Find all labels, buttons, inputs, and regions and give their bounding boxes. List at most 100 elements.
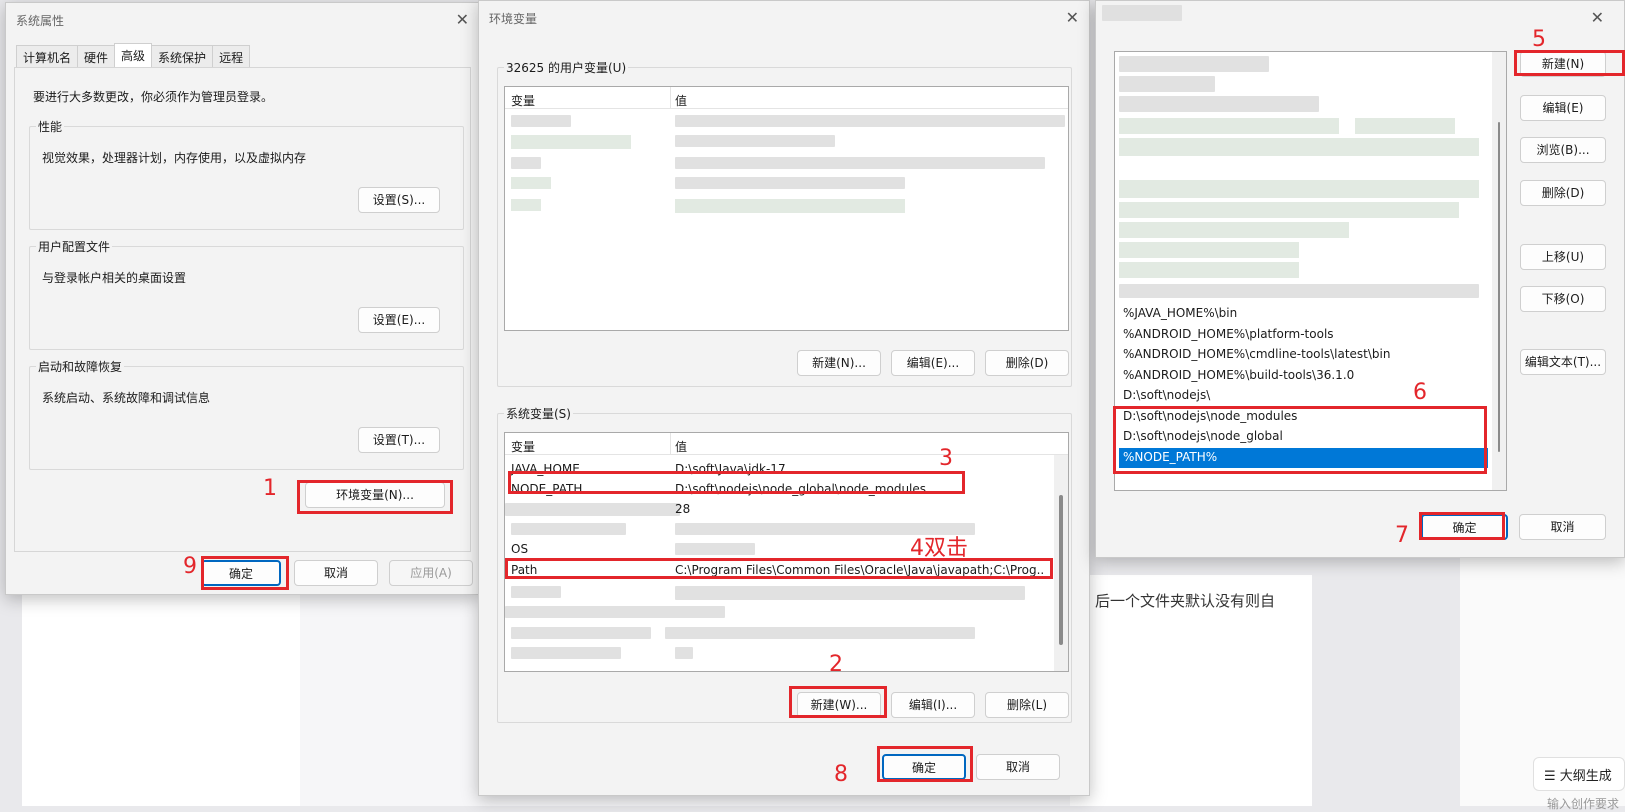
browse-button[interactable]: 浏览(B)... [1520, 137, 1606, 163]
profile-settings-button[interactable]: 设置(E)... [358, 307, 440, 333]
path-entry[interactable]: D:\soft\nodejs\node_global [1119, 427, 1488, 447]
tab-advanced[interactable]: 高级 [114, 43, 153, 70]
path-entries-list[interactable]: %JAVA_HOME%\bin %ANDROID_HOME%\platform-… [1114, 51, 1507, 491]
new-button[interactable]: 新建(N) [1520, 51, 1606, 77]
redacted [511, 157, 541, 169]
col-variable: 变量 [511, 94, 536, 108]
column-divider [670, 433, 671, 455]
apply-button[interactable]: 应用(A) [389, 560, 473, 586]
redacted [675, 586, 1025, 600]
edit-button[interactable]: 编辑(E) [1520, 95, 1606, 121]
system-edit-button[interactable]: 编辑(I)... [891, 692, 975, 718]
startup-settings-button[interactable]: 设置(T)... [358, 427, 440, 453]
outline-input[interactable]: 输入创作要求 [1533, 795, 1625, 811]
col-variable: 变量 [511, 440, 536, 454]
move-down-button[interactable]: 下移(O) [1520, 286, 1606, 312]
window-title: 环境变量 [489, 12, 538, 26]
path-entry[interactable]: %ANDROID_HOME%\build-tools\36.1.0 [1119, 366, 1488, 386]
system-properties-window: 系统属性 ✕ 计算机名 硬件 高级 系统保护 远程 要进行大多数更改，你必须作为管理员登录… [5, 2, 480, 595]
user-variables-group: 32625 的用户变量(U) 变量 值 新建(N)... 编辑(E)... 删除… [497, 59, 1072, 387]
group-label: 启动和故障恢复 [36, 358, 125, 375]
list-scrollbar[interactable] [1492, 52, 1506, 490]
redacted [511, 647, 621, 659]
user-edit-button[interactable]: 编辑(E)... [891, 350, 975, 376]
redacted [1355, 118, 1455, 134]
cancel-button[interactable]: 取消 [294, 560, 378, 586]
var-name: Path [511, 563, 538, 577]
var-name: NODE_PATH [511, 482, 583, 496]
redacted [1119, 202, 1459, 218]
annotation-number: 8 [834, 762, 848, 787]
move-up-button[interactable]: 上移(U) [1520, 244, 1606, 270]
annotation-number: 6 [1413, 380, 1427, 405]
redacted [675, 157, 1045, 169]
path-entry[interactable]: %ANDROID_HOME%\platform-tools [1119, 325, 1488, 345]
table-row[interactable]: OS [505, 539, 1050, 559]
var-value: C:\Program Files\Common Files\Oracle\Jav… [675, 563, 1045, 577]
table-row[interactable]: Path C:\Program Files\Common Files\Oracl… [505, 560, 1050, 580]
path-entry[interactable]: D:\soft\nodejs\node_modules [1119, 407, 1488, 427]
close-icon[interactable]: ✕ [456, 10, 469, 29]
scroll-thumb[interactable] [1059, 495, 1063, 645]
ok-button[interactable]: 确定 [1421, 514, 1508, 540]
system-delete-button[interactable]: 删除(L) [985, 692, 1069, 718]
table-row[interactable]: 28 [505, 499, 1050, 519]
perf-settings-button[interactable]: 设置(S)... [358, 187, 440, 213]
table-row[interactable] [505, 519, 1050, 539]
cancel-button[interactable]: 取消 [976, 754, 1060, 780]
profile-group: 用户配置文件 与登录帐户相关的桌面设置 设置(E)... [29, 238, 464, 350]
ok-button[interactable]: 确定 [201, 560, 281, 586]
group-desc: 与登录帐户相关的桌面设置 [42, 271, 187, 285]
var-value: D:\soft\Java\jdk-17 [675, 462, 786, 476]
cancel-button[interactable]: 取消 [1519, 514, 1606, 540]
titlebar: 环境变量 ✕ [479, 1, 1089, 33]
group-desc: 视觉效果，处理器计划，内存使用，以及虚拟内存 [42, 151, 307, 165]
path-entry[interactable]: %ANDROID_HOME%\cmdline-tools\latest\bin [1119, 345, 1488, 365]
list-icon: ☰ [1544, 769, 1560, 784]
path-entry[interactable]: %JAVA_HOME%\bin [1119, 304, 1488, 324]
user-delete-button[interactable]: 删除(D) [985, 350, 1069, 376]
user-new-button[interactable]: 新建(N)... [797, 350, 881, 376]
list-header: 变量 值 [505, 87, 1068, 109]
outline-generate-button[interactable]: ☰ 大纲生成 [1533, 757, 1625, 791]
var-name: OS [511, 542, 529, 556]
table-row[interactable]: NODE_PATH D:\soft\nodejs\node_global\nod… [505, 479, 1050, 499]
system-variables-list[interactable]: 变量 值 JAVA_HOME D:\soft\Java\jdk-17 NODE_… [504, 432, 1069, 672]
performance-group: 性能 视觉效果，处理器计划，内存使用，以及虚拟内存 设置(S)... [29, 118, 464, 230]
edit-text-button[interactable]: 编辑文本(T)... [1520, 349, 1606, 375]
path-entry-selected[interactable]: %NODE_PATH% [1119, 448, 1488, 468]
var-name: JAVA_HOME [511, 462, 580, 476]
redacted [1119, 138, 1479, 156]
user-variables-list[interactable]: 变量 值 [504, 86, 1069, 331]
list-scrollbar[interactable] [1054, 455, 1068, 671]
redacted [675, 177, 905, 189]
redacted [675, 543, 755, 555]
tab-system-protection[interactable]: 系统保护 [151, 45, 214, 69]
redacted [511, 586, 561, 598]
tab-hardware[interactable]: 硬件 [77, 45, 116, 69]
system-new-button[interactable]: 新建(W)... [797, 692, 881, 718]
col-value: 值 [675, 440, 688, 454]
tab-remote[interactable]: 远程 [212, 45, 251, 69]
close-icon[interactable]: ✕ [1591, 8, 1604, 27]
group-label: 性能 [36, 118, 65, 135]
close-icon[interactable]: ✕ [1066, 8, 1079, 27]
scroll-thumb[interactable] [1498, 122, 1500, 452]
redacted [675, 647, 693, 659]
table-row[interactable]: JAVA_HOME D:\soft\Java\jdk-17 [505, 459, 1050, 479]
redacted [511, 627, 651, 639]
redacted [1119, 222, 1349, 238]
tab-computer-name[interactable]: 计算机名 [16, 45, 79, 69]
redacted [511, 523, 626, 535]
path-entry[interactable]: D:\soft\nodejs\ [1119, 386, 1488, 406]
group-desc: 系统启动、系统故障和调试信息 [42, 391, 211, 405]
annotation-number: 4双击 [910, 536, 968, 561]
environment-variables-button[interactable]: 环境变量(N)... [305, 482, 445, 508]
ok-button[interactable]: 确定 [882, 754, 966, 780]
titlebar: 系统属性 ✕ [6, 3, 479, 35]
redacted [1119, 96, 1319, 112]
environment-variables-window: 环境变量 ✕ 32625 的用户变量(U) 变量 值 新建(N)... 编辑(E)… [478, 0, 1090, 796]
redacted [1119, 76, 1215, 92]
delete-button[interactable]: 删除(D) [1520, 180, 1606, 206]
redacted [511, 135, 631, 149]
